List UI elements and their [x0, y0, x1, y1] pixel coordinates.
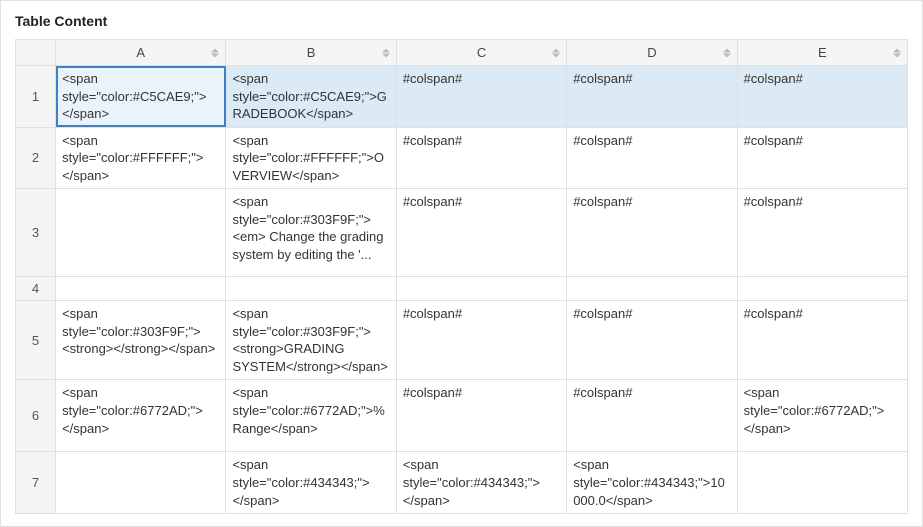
row-header[interactable]: 1: [16, 66, 56, 128]
cell[interactable]: #colspan#: [567, 301, 737, 380]
table-row[interactable]: 4: [16, 277, 908, 301]
column-header-C[interactable]: C: [396, 40, 566, 66]
cell[interactable]: <span style="color:#303F9F;"><strong></s…: [56, 301, 226, 380]
cell[interactable]: #colspan#: [567, 127, 737, 189]
table-content-panel: Table Content A: [0, 0, 923, 527]
cell[interactable]: <span style="color:#C5CAE9;"></span>: [56, 66, 226, 128]
cell[interactable]: <span style="color:#434343;"></span>: [396, 452, 566, 514]
cell[interactable]: #colspan#: [567, 189, 737, 277]
table-row[interactable]: 1<span style="color:#C5CAE9;"></span><sp…: [16, 66, 908, 128]
cell[interactable]: <span style="color:#434343;"></span>: [226, 452, 396, 514]
cell[interactable]: [56, 452, 226, 514]
cell[interactable]: #colspan#: [737, 189, 907, 277]
sort-icon[interactable]: [723, 48, 731, 57]
cell[interactable]: <span style="color:#FFFFFF;"></span>: [56, 127, 226, 189]
row-header[interactable]: 7: [16, 452, 56, 514]
column-label: A: [136, 45, 145, 60]
column-header-B[interactable]: B: [226, 40, 396, 66]
column-header-E[interactable]: E: [737, 40, 907, 66]
grid-wrap: A B C: [1, 39, 922, 527]
row-header[interactable]: 5: [16, 301, 56, 380]
cell[interactable]: <span style="color:#6772AD;"></span>: [737, 380, 907, 452]
cell[interactable]: <span style="color:#6772AD;"></span>: [56, 380, 226, 452]
table-row[interactable]: 3 <span style="color:#303F9F;"><em> Chang…: [16, 189, 908, 277]
cell[interactable]: #colspan#: [737, 301, 907, 380]
cell[interactable]: #colspan#: [396, 189, 566, 277]
cell[interactable]: [56, 277, 226, 301]
column-header-A[interactable]: A: [56, 40, 226, 66]
spreadsheet-grid[interactable]: A B C: [15, 39, 908, 514]
cell[interactable]: [737, 452, 907, 514]
cell[interactable]: [56, 189, 226, 277]
cell[interactable]: #colspan#: [567, 380, 737, 452]
sort-icon[interactable]: [211, 48, 219, 57]
table-row[interactable]: 5<span style="color:#303F9F;"><strong></…: [16, 301, 908, 380]
cell[interactable]: <span style="color:#303F9F;"><em> Change…: [226, 189, 396, 277]
cell[interactable]: #colspan#: [737, 66, 907, 128]
column-label: B: [307, 45, 316, 60]
panel-title: Table Content: [1, 1, 922, 39]
cell[interactable]: #colspan#: [396, 66, 566, 128]
cell[interactable]: #colspan#: [567, 66, 737, 128]
table-row[interactable]: 2<span style="color:#FFFFFF;"></span><sp…: [16, 127, 908, 189]
table-row[interactable]: 6<span style="color:#6772AD;"></span><sp…: [16, 380, 908, 452]
cell[interactable]: [567, 277, 737, 301]
cell[interactable]: [396, 277, 566, 301]
column-header-D[interactable]: D: [567, 40, 737, 66]
cell[interactable]: [737, 277, 907, 301]
table-row[interactable]: 7<span style="color:#434343;"></span><sp…: [16, 452, 908, 514]
column-header-row: A B C: [16, 40, 908, 66]
cell[interactable]: #colspan#: [396, 380, 566, 452]
column-label: D: [647, 45, 656, 60]
row-header[interactable]: 4: [16, 277, 56, 301]
cell[interactable]: <span style="color:#303F9F;"><strong>GRA…: [226, 301, 396, 380]
cell[interactable]: <span style="color:#C5CAE9;">GRADEBOOK</…: [226, 66, 396, 128]
sort-icon[interactable]: [893, 48, 901, 57]
row-header[interactable]: 2: [16, 127, 56, 189]
column-label: E: [818, 45, 827, 60]
cell[interactable]: <span style="color:#FFFFFF;">OVERVIEW</s…: [226, 127, 396, 189]
cell[interactable]: <span style="color:#6772AD;">% Range</sp…: [226, 380, 396, 452]
row-header[interactable]: 3: [16, 189, 56, 277]
cell[interactable]: #colspan#: [396, 127, 566, 189]
cell[interactable]: #colspan#: [396, 301, 566, 380]
cell[interactable]: #colspan#: [737, 127, 907, 189]
corner-cell[interactable]: [16, 40, 56, 66]
row-header[interactable]: 6: [16, 380, 56, 452]
sort-icon[interactable]: [552, 48, 560, 57]
cell[interactable]: [226, 277, 396, 301]
cell[interactable]: <span style="color:#434343;">10000.0</sp…: [567, 452, 737, 514]
column-label: C: [477, 45, 486, 60]
sort-icon[interactable]: [382, 48, 390, 57]
